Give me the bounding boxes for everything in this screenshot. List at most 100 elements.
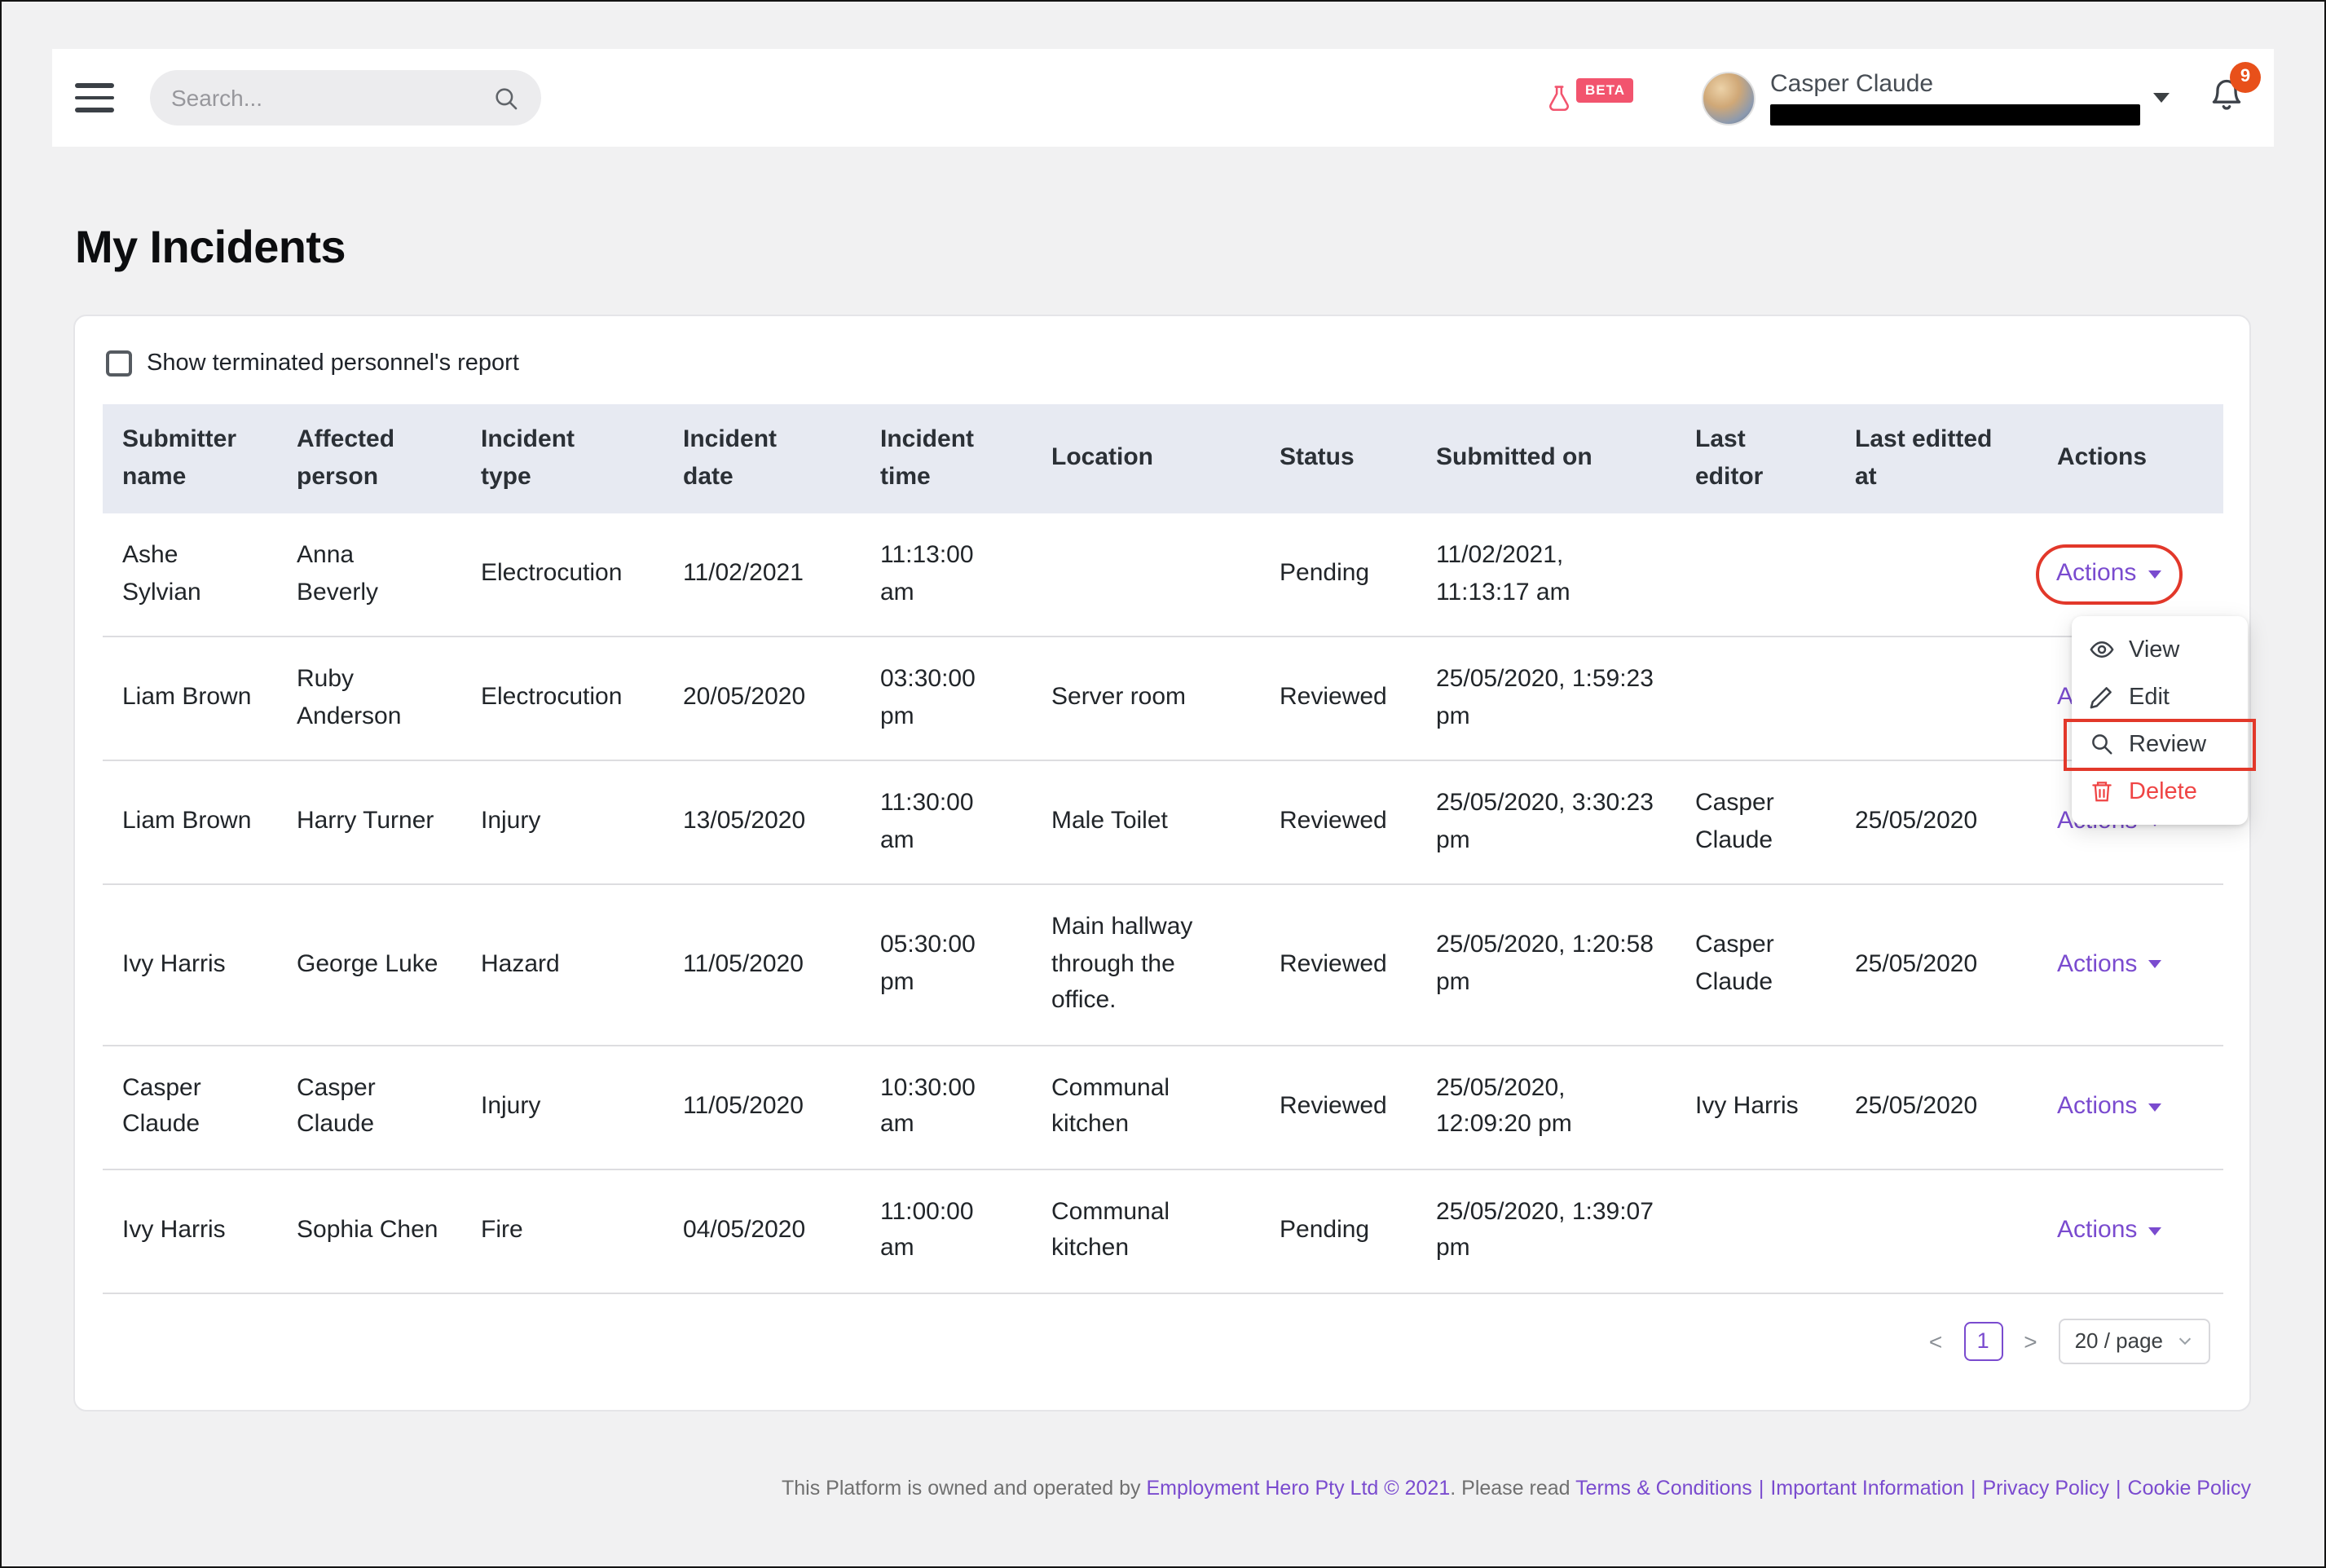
cell-last_edited_at: 25/05/2020 bbox=[1835, 1045, 2037, 1169]
table-row: Liam BrownRuby AndersonElectrocution20/0… bbox=[103, 636, 2223, 760]
table-row: Liam BrownHarry TurnerInjury13/05/202011… bbox=[103, 760, 2223, 884]
table-row: Ivy HarrisSophia ChenFire04/05/202011:00… bbox=[103, 1169, 2223, 1293]
cell-type: Hazard bbox=[461, 884, 663, 1045]
search-input[interactable] bbox=[171, 85, 492, 111]
cell-submitter: Casper Claude bbox=[103, 1045, 277, 1169]
notifications-button[interactable]: 9 bbox=[2209, 76, 2245, 120]
row-actions-button[interactable]: Actions bbox=[2057, 1213, 2161, 1249]
col-affected-person: Affected person bbox=[277, 404, 461, 513]
cell-date: 11/05/2020 bbox=[663, 884, 861, 1045]
footer-link-privacy[interactable]: Privacy Policy bbox=[1982, 1477, 2109, 1500]
cell-location: Male Toilet bbox=[1032, 760, 1260, 884]
cell-type: Injury bbox=[461, 1045, 663, 1169]
redacted-subtitle bbox=[1770, 104, 2140, 126]
next-page-button[interactable]: > bbox=[2020, 1328, 2040, 1354]
cell-affected: Sophia Chen bbox=[277, 1169, 461, 1293]
menu-item-review[interactable]: Review bbox=[2072, 720, 2248, 768]
chevron-down-icon bbox=[2148, 1103, 2161, 1111]
page-size-label: 20 / page bbox=[2075, 1328, 2163, 1353]
footer-separator: | bbox=[2116, 1477, 2121, 1500]
flask-icon bbox=[1546, 81, 1574, 114]
cell-last_edited_at bbox=[1835, 513, 2037, 636]
cell-submitted_on: 25/05/2020, 1:20:58 pm bbox=[1416, 884, 1676, 1045]
show-terminated-checkbox[interactable] bbox=[106, 350, 132, 377]
menu-item-label: Review bbox=[2129, 731, 2206, 757]
cell-status: Reviewed bbox=[1260, 636, 1416, 760]
cell-status: Reviewed bbox=[1260, 1045, 1416, 1169]
cell-last_edited_at: 25/05/2020 bbox=[1835, 884, 2037, 1045]
row-actions-button[interactable]: Actions bbox=[2057, 1089, 2161, 1125]
footer-link-company[interactable]: Employment Hero Pty Ltd © 2021 bbox=[1146, 1477, 1450, 1500]
cell-submitted_on: 25/05/2020, 3:30:23 pm bbox=[1416, 760, 1676, 884]
cell-time: 11:13:00 am bbox=[861, 513, 1032, 636]
current-page-button[interactable]: 1 bbox=[1963, 1321, 2002, 1360]
incidents-card: Show terminated personnel's report Submi… bbox=[73, 315, 2251, 1412]
page-size-select[interactable]: 20 / page bbox=[2059, 1318, 2210, 1363]
cell-last_edited_at bbox=[1835, 636, 2037, 760]
incidents-table-body: Ashe SylvianAnna BeverlyElectrocution11/… bbox=[103, 513, 2223, 1293]
menu-item-view[interactable]: View bbox=[2072, 626, 2248, 673]
prev-page-button[interactable]: < bbox=[1926, 1328, 1945, 1354]
notification-badge: 9 bbox=[2230, 61, 2261, 92]
footer-separator: | bbox=[1759, 1477, 1764, 1500]
cell-location: Server room bbox=[1032, 636, 1260, 760]
top-bar-right: BETA Casper Claude 9 bbox=[1546, 70, 2245, 126]
cell-time: 05:30:00 pm bbox=[861, 884, 1032, 1045]
cell-last_editor: Casper Claude bbox=[1676, 760, 1835, 884]
menu-item-delete[interactable]: Delete bbox=[2072, 768, 2248, 815]
cell-affected: Harry Turner bbox=[277, 760, 461, 884]
cell-affected: Anna Beverly bbox=[277, 513, 461, 636]
footer-link-important-info[interactable]: Important Information bbox=[1770, 1477, 1964, 1500]
cell-time: 10:30:00 am bbox=[861, 1045, 1032, 1169]
menu-icon[interactable] bbox=[75, 84, 114, 112]
row-actions-button[interactable]: Actions bbox=[2057, 946, 2161, 983]
cell-type: Fire bbox=[461, 1169, 663, 1293]
cell-location: Communal kitchen bbox=[1032, 1045, 1260, 1169]
row-actions-label: Actions bbox=[2057, 1089, 2137, 1125]
cell-submitted_on: 11/02/2021, 11:13:17 am bbox=[1416, 513, 1676, 636]
cell-submitter: Ivy Harris bbox=[103, 884, 277, 1045]
search-icon bbox=[492, 84, 520, 112]
cell-status: Reviewed bbox=[1260, 884, 1416, 1045]
footer-text: This Platform is owned and operated by bbox=[782, 1477, 1146, 1500]
col-submitter-name: Submitter name bbox=[103, 404, 277, 513]
show-terminated-label: Show terminated personnel's report bbox=[147, 350, 519, 377]
row-actions-button[interactable]: Actions bbox=[2035, 545, 2182, 605]
col-incident-date: Incident date bbox=[663, 404, 861, 513]
search-box[interactable] bbox=[150, 70, 541, 126]
footer-link-cookie[interactable]: Cookie Policy bbox=[2128, 1477, 2251, 1500]
eye-icon bbox=[2090, 637, 2114, 662]
cell-time: 03:30:00 pm bbox=[861, 636, 1032, 760]
cell-status: Reviewed bbox=[1260, 760, 1416, 884]
cell-location bbox=[1032, 513, 1260, 636]
beta-badge: BETA bbox=[1577, 77, 1633, 102]
table-row: Casper ClaudeCasper ClaudeInjury11/05/20… bbox=[103, 1045, 2223, 1169]
cell-date: 11/02/2021 bbox=[663, 513, 861, 636]
col-actions: Actions bbox=[2037, 404, 2223, 513]
row-actions-label: Actions bbox=[2057, 946, 2137, 983]
menu-item-edit[interactable]: Edit bbox=[2072, 673, 2248, 720]
table-header-row: Submitter name Affected person Incident … bbox=[103, 404, 2223, 513]
user-name: Casper Claude bbox=[1770, 70, 2140, 99]
avatar[interactable] bbox=[1702, 71, 1756, 125]
cell-submitted_on: 25/05/2020, 1:39:07 pm bbox=[1416, 1169, 1676, 1293]
row-actions-label: Actions bbox=[2056, 557, 2136, 593]
menu-item-label: View bbox=[2129, 636, 2179, 663]
footer-link-terms[interactable]: Terms & Conditions bbox=[1575, 1477, 1752, 1500]
cell-last_editor bbox=[1676, 636, 1835, 760]
cell-type: Injury bbox=[461, 760, 663, 884]
app-window: BETA Casper Claude 9 My Incidents Show t… bbox=[0, 0, 2326, 1568]
cell-affected: Ruby Anderson bbox=[277, 636, 461, 760]
col-status: Status bbox=[1260, 404, 1416, 513]
cell-date: 04/05/2020 bbox=[663, 1169, 861, 1293]
user-menu[interactable]: Casper Claude bbox=[1770, 70, 2140, 126]
cell-location: Main hallway through the office. bbox=[1032, 884, 1260, 1045]
chevron-down-icon[interactable] bbox=[2153, 93, 2170, 103]
cell-location: Communal kitchen bbox=[1032, 1169, 1260, 1293]
cell-date: 20/05/2020 bbox=[663, 636, 861, 760]
delete-icon bbox=[2090, 779, 2114, 804]
footer-text: . Please read bbox=[1450, 1477, 1575, 1500]
row-actions-label: Actions bbox=[2057, 1213, 2137, 1249]
cell-affected: Casper Claude bbox=[277, 1045, 461, 1169]
incidents-table-wrap: Submitter name Affected person Incident … bbox=[103, 404, 2222, 1293]
